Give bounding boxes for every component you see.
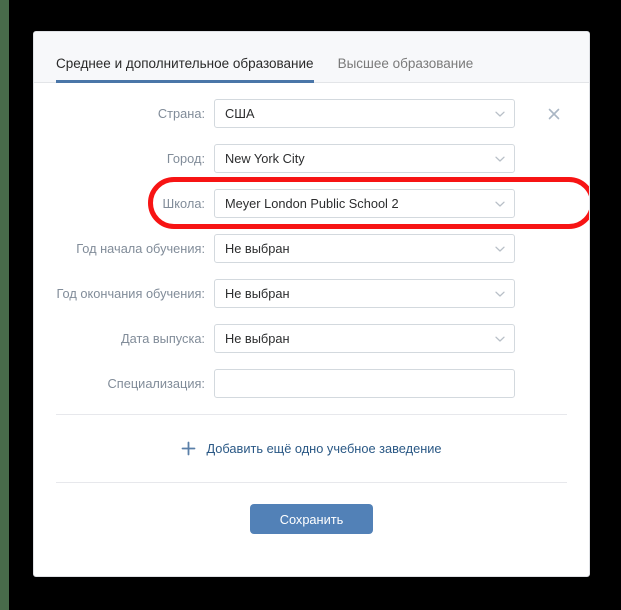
- select-country[interactable]: США: [214, 99, 515, 128]
- select-country-value: США: [225, 106, 255, 121]
- control-specialization: [214, 369, 515, 398]
- control-country: США: [214, 99, 515, 128]
- select-city-value: New York City: [225, 151, 305, 166]
- label-country: Страна:: [157, 106, 205, 121]
- select-graduation-date[interactable]: Не выбран: [214, 324, 515, 353]
- label-graduation-date: Дата выпуска:: [120, 331, 205, 346]
- plus-icon: [182, 441, 196, 456]
- label-city: Город:: [166, 151, 205, 166]
- field-row-city: Город: New York City: [34, 144, 589, 173]
- select-end-year-value: Не выбран: [225, 286, 290, 301]
- field-row-graduation-date: Дата выпуска: Не выбран: [34, 324, 589, 353]
- select-school-value: Meyer London Public School 2: [225, 196, 399, 211]
- education-settings-card: Среднее и дополнительное образование Выс…: [33, 31, 590, 577]
- label-specialization: Специализация:: [107, 376, 205, 391]
- education-form: Страна: США Город: New York City Школа: …: [34, 83, 589, 398]
- label-school: Школа:: [162, 196, 205, 211]
- label-start-year: Год начала обучения:: [76, 241, 205, 256]
- control-school: Meyer London Public School 2: [214, 189, 515, 218]
- desktop-background-strip: [0, 0, 9, 610]
- select-city[interactable]: New York City: [214, 144, 515, 173]
- control-city: New York City: [214, 144, 515, 173]
- close-icon[interactable]: [546, 106, 562, 122]
- control-start-year: Не выбран: [214, 234, 515, 263]
- control-graduation-date: Не выбран: [214, 324, 515, 353]
- input-specialization[interactable]: [214, 369, 515, 398]
- field-row-end-year: Год окончания обучения: Не выбран: [34, 279, 589, 308]
- tab-secondary-education[interactable]: Среднее и дополнительное образование: [56, 55, 314, 83]
- field-row-start-year: Год начала обучения: Не выбран: [34, 234, 589, 263]
- tab-higher-education-label: Высшее образование: [337, 55, 474, 71]
- select-end-year[interactable]: Не выбран: [214, 279, 515, 308]
- field-row-specialization: Специализация:: [34, 369, 589, 398]
- save-button[interactable]: Сохранить: [250, 504, 373, 534]
- add-institution-link[interactable]: Добавить ещё одно учебное заведение: [181, 441, 442, 456]
- select-start-year-value: Не выбран: [225, 241, 290, 256]
- label-end-year: Год окончания обучения:: [56, 286, 205, 301]
- select-start-year[interactable]: Не выбран: [214, 234, 515, 263]
- field-row-country: Страна: США: [34, 99, 589, 128]
- add-institution-label: Добавить ещё одно учебное заведение: [206, 441, 442, 456]
- select-school[interactable]: Meyer London Public School 2: [214, 189, 515, 218]
- control-end-year: Не выбран: [214, 279, 515, 308]
- add-institution-row: Добавить ещё одно учебное заведение: [34, 415, 589, 482]
- save-row: Сохранить: [34, 483, 589, 534]
- tab-bar: Среднее и дополнительное образование Выс…: [34, 32, 589, 83]
- tab-higher-education[interactable]: Высшее образование: [337, 55, 474, 83]
- tab-secondary-education-label: Среднее и дополнительное образование: [56, 55, 314, 71]
- select-graduation-date-value: Не выбран: [225, 331, 290, 346]
- field-row-school: Школа: Meyer London Public School 2: [34, 189, 589, 218]
